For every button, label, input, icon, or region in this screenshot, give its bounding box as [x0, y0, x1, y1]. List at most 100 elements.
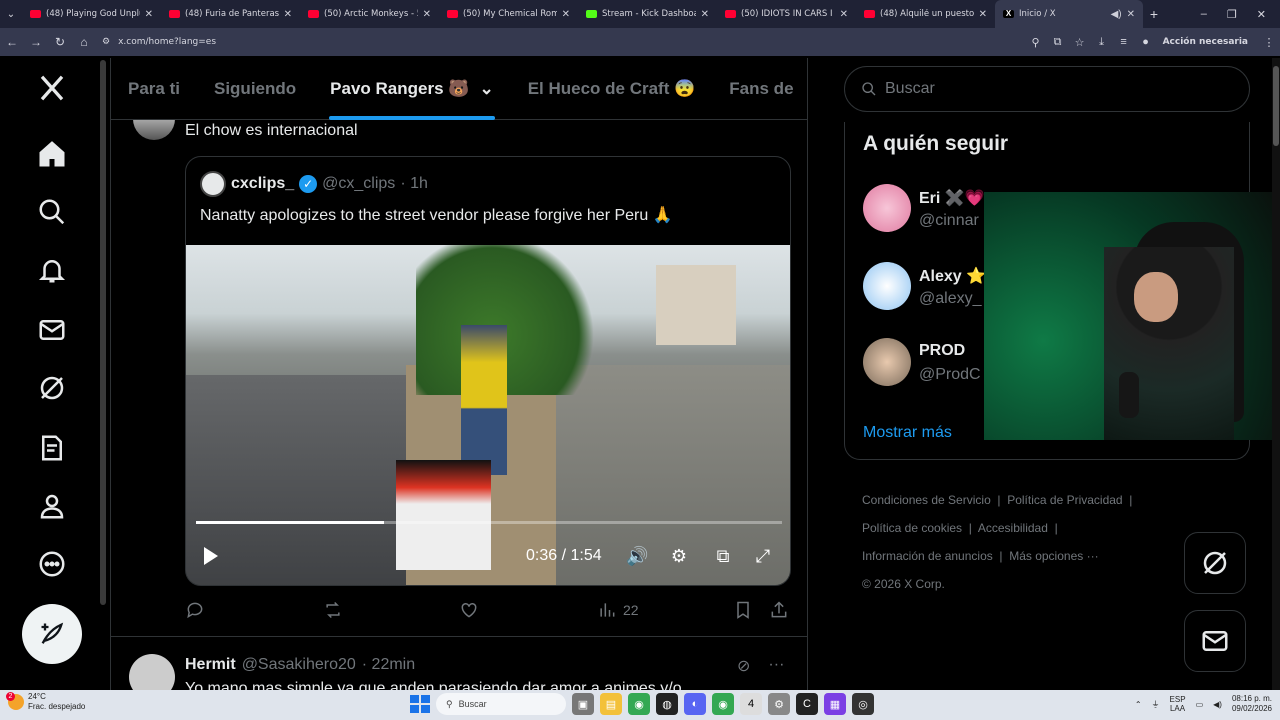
windows-start-icon[interactable]	[408, 693, 430, 715]
language-label[interactable]: ESP	[1170, 695, 1186, 704]
chrome-icon[interactable]: ◉	[628, 693, 650, 715]
avatar[interactable]	[129, 654, 175, 690]
tab-para-ti[interactable]: Para ti	[111, 58, 197, 120]
browser-tab-active[interactable]: X Inicio / X ◀) ✕	[995, 0, 1143, 28]
browser-tab[interactable]: (50) IDIOTS IN CARS I - Y ✕	[717, 0, 856, 28]
close-icon[interactable]: ✕	[979, 9, 987, 20]
close-icon[interactable]: ✕	[1127, 9, 1135, 20]
zoom-icon[interactable]: ⚲	[1025, 36, 1047, 49]
app-c-icon[interactable]: C	[796, 693, 818, 715]
clock[interactable]: 08:16 p. m. 09/02/2026	[1232, 694, 1272, 714]
file-explorer-icon[interactable]: ▤	[600, 693, 622, 715]
new-tab-button[interactable]: +	[1143, 6, 1165, 22]
volume-icon[interactable]: 🔊	[626, 545, 648, 567]
tab-pavo-rangers[interactable]: Pavo Rangers 🐻 ⌄	[313, 58, 511, 120]
network-icon[interactable]: ▭	[1196, 700, 1204, 709]
site-info-icon[interactable]: ⚙	[102, 37, 110, 47]
download-icon[interactable]: ⤓	[1091, 36, 1113, 49]
author-name[interactable]: cxclips_	[231, 175, 294, 193]
author-handle[interactable]: @Sasakihero20	[242, 656, 356, 674]
minimize-icon[interactable]: –	[1201, 8, 1207, 21]
tab-fans-de[interactable]: Fans de	[712, 58, 807, 120]
author-name[interactable]: Hermit	[185, 656, 236, 674]
github-icon[interactable]: ◍	[656, 693, 678, 715]
tab-hueco-de-craft[interactable]: El Hueco de Craft 😨	[511, 58, 713, 120]
chevron-down-icon[interactable]: ⌄	[479, 79, 493, 99]
reload-icon[interactable]: ↻	[48, 35, 72, 49]
more-options-icon[interactable]	[26, 538, 78, 590]
grok-icon[interactable]	[26, 362, 78, 414]
x-logo-icon[interactable]	[26, 62, 78, 114]
avatar[interactable]	[863, 338, 911, 386]
taskbar-search-input[interactable]: ⚲ Buscar	[436, 693, 566, 715]
close-icon[interactable]: ✕	[562, 9, 570, 20]
fullscreen-icon[interactable]: ⤢	[752, 545, 774, 567]
avatar[interactable]	[863, 262, 911, 310]
author-handle[interactable]: @cx_clips	[322, 175, 395, 193]
bookmark-star-icon[interactable]: ☆	[1069, 36, 1091, 49]
usb-icon[interactable]: ⏚	[1152, 699, 1160, 710]
speaker-icon[interactable]: ◀)	[1111, 9, 1122, 20]
share-button[interactable]	[769, 598, 789, 622]
quoted-post[interactable]: cxclips_ ✓ @cx_clips · 1h Nanatty apolog…	[185, 156, 791, 586]
bookmark-button[interactable]	[733, 598, 753, 622]
home-icon[interactable]	[26, 128, 78, 180]
lists-icon[interactable]	[26, 422, 78, 474]
views-button[interactable]: 22	[597, 598, 639, 622]
chrome-alt-icon[interactable]: ◉	[712, 693, 734, 715]
forward-icon[interactable]: →	[24, 35, 48, 49]
search-input[interactable]: Buscar	[844, 66, 1250, 112]
notifications-bell-icon[interactable]	[26, 244, 78, 296]
task-view-icon[interactable]: ▣	[572, 693, 594, 715]
url-input[interactable]: ⚙ x.com/home?lang=es	[96, 28, 1025, 56]
page-scrollbar[interactable]	[100, 60, 106, 605]
compose-post-button[interactable]	[22, 604, 82, 664]
footer-more-options[interactable]: Más opciones ···	[1009, 549, 1098, 563]
footer-link[interactable]: Condiciones de Servicio	[862, 493, 991, 507]
messages-floating-button[interactable]	[1184, 610, 1246, 672]
discord-icon[interactable]: ◐	[684, 693, 706, 715]
install-app-icon[interactable]: ⧉	[1047, 36, 1069, 49]
close-window-icon[interactable]: ✕	[1257, 8, 1266, 21]
browser-tab[interactable]: (50) Arctic Monkeys - 50 ✕	[300, 0, 439, 28]
close-icon[interactable]: ✕	[284, 9, 292, 20]
video-player[interactable]: 0:36 / 1:54 🔊 ⚙ ⧉ ⤢	[186, 245, 790, 585]
profile-icon[interactable]	[26, 480, 78, 532]
app-4-icon[interactable]: 4	[740, 693, 762, 715]
more-icon[interactable]: ···	[768, 656, 784, 676]
back-icon[interactable]: ←	[0, 35, 24, 49]
window-scrollbar[interactable]	[1272, 58, 1280, 690]
play-icon[interactable]	[204, 547, 218, 565]
avatar[interactable]	[200, 171, 226, 197]
tab-siguiendo[interactable]: Siguiendo	[197, 58, 313, 120]
volume-icon[interactable]: ◀)	[1213, 700, 1222, 709]
settings-gear-icon[interactable]: ⚙	[668, 545, 690, 567]
messages-mail-icon[interactable]	[26, 304, 78, 356]
action-needed-button[interactable]: Acción necesaria	[1157, 34, 1254, 50]
restore-icon[interactable]: ❐	[1227, 8, 1237, 21]
obs-icon[interactable]: ◎	[852, 693, 874, 715]
repost-button[interactable]	[323, 598, 343, 622]
post-time[interactable]: · 22min	[362, 656, 415, 674]
footer-link[interactable]: Política de Privacidad	[1007, 493, 1122, 507]
scrollbar-thumb[interactable]	[1273, 66, 1279, 146]
post-time[interactable]: · 1h	[400, 175, 428, 193]
close-icon[interactable]: ✕	[423, 9, 431, 20]
browser-tab[interactable]: Stream - Kick Dashboard ✕	[578, 0, 717, 28]
browser-tab[interactable]: (50) My Chemical Roman ✕	[439, 0, 578, 28]
avatar[interactable]	[863, 184, 911, 232]
browser-tab[interactable]: (48) Furia de Panteras - Y ✕	[161, 0, 300, 28]
picture-in-picture-icon[interactable]: ⧉	[712, 545, 734, 567]
like-button[interactable]	[459, 598, 479, 622]
close-icon[interactable]: ✕	[145, 9, 153, 20]
footer-link[interactable]: Accesibilidad	[978, 521, 1048, 535]
reply-button[interactable]	[185, 598, 205, 622]
menu-icon[interactable]: ⋮	[1258, 36, 1280, 49]
media-icon[interactable]: ≡	[1113, 36, 1135, 48]
settings-icon[interactable]: ⚙	[768, 693, 790, 715]
explore-search-icon[interactable]	[26, 186, 78, 238]
close-icon[interactable]: ✕	[840, 9, 848, 20]
grok-floating-button[interactable]	[1184, 532, 1246, 594]
show-more-link[interactable]: Mostrar más	[863, 424, 952, 442]
app-grid-icon[interactable]: ▦	[824, 693, 846, 715]
